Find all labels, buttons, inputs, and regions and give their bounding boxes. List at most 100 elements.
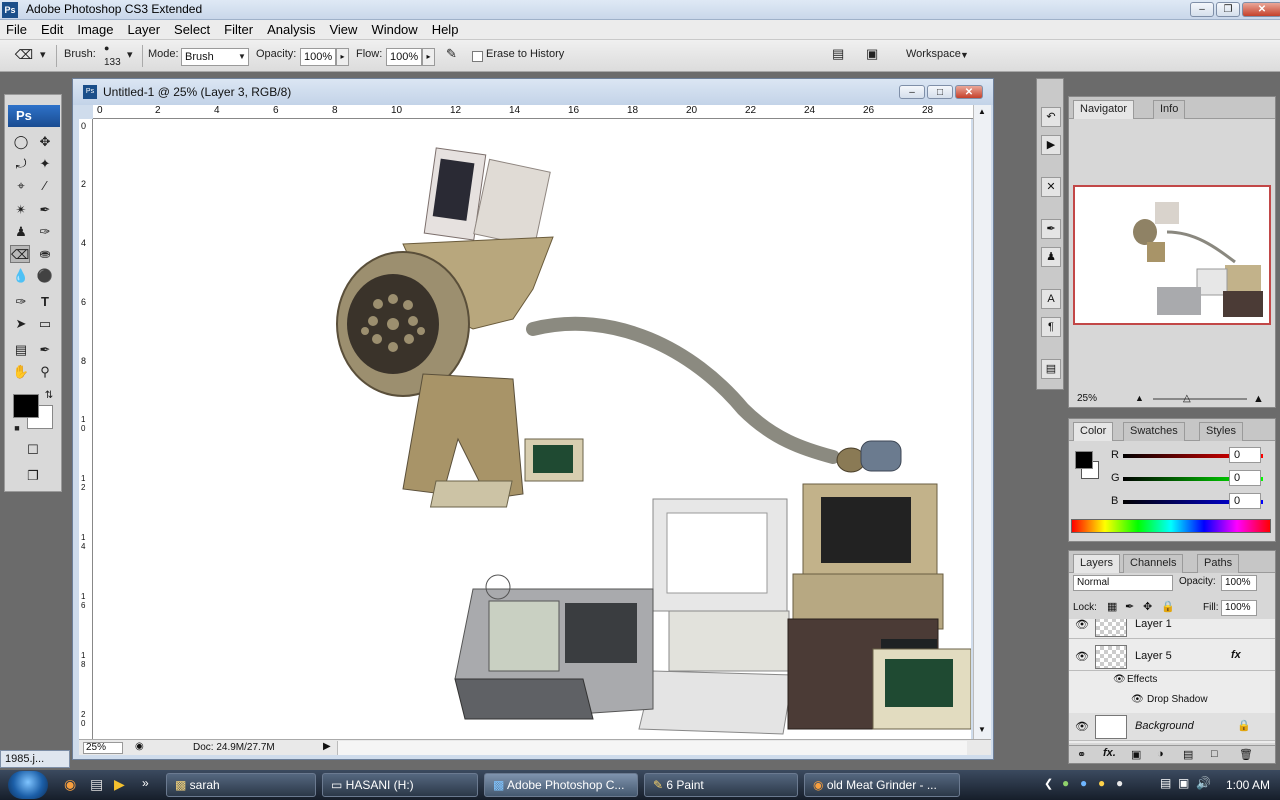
tool-presets-icon[interactable]: ✕	[1041, 177, 1061, 197]
navigator-zoom-slider[interactable]	[1153, 398, 1247, 400]
erase-to-history-checkbox[interactable]	[472, 51, 483, 62]
crop-tool-icon[interactable]: ⌖	[11, 177, 31, 195]
clone-stamp-icon[interactable]: ♟	[11, 223, 31, 241]
minimized-document[interactable]: 1985.j...	[0, 750, 70, 768]
firefox-quicklaunch-icon[interactable]: ◉	[64, 776, 76, 793]
eraser-preset-icon[interactable]: ⌫	[14, 46, 34, 64]
history-panel-icon[interactable]: ↶	[1041, 107, 1061, 127]
status-arrow-icon[interactable]: ▶	[323, 741, 331, 752]
opacity-input[interactable]: 100%	[300, 48, 336, 66]
preset-dropdown-icon[interactable]: ▾	[40, 48, 46, 61]
adjustment-layer-icon[interactable]: ◑	[1157, 748, 1164, 760]
layer-opacity-input[interactable]: 100%	[1221, 575, 1257, 591]
airbrush-icon[interactable]: ✎	[446, 46, 457, 62]
tab-info[interactable]: Info	[1153, 100, 1186, 119]
tab-styles[interactable]: Styles	[1199, 422, 1243, 441]
effects-row[interactable]: 👁 Effects	[1069, 671, 1275, 691]
close-button[interactable]: ✕	[1242, 2, 1280, 17]
eye-icon[interactable]: 👁	[1075, 650, 1089, 663]
menu-filter[interactable]: Filter	[224, 22, 253, 37]
screen-mode-icon[interactable]: ❐	[23, 467, 43, 485]
rectangle-tool-icon[interactable]: ▭	[35, 315, 55, 333]
hand-tool-icon[interactable]: ✋	[11, 363, 31, 381]
restore-button[interactable]: ❐	[1216, 2, 1240, 17]
task-photoshop[interactable]: ▩ Adobe Photoshop C...	[484, 773, 638, 797]
marquee-tool-icon[interactable]: ◯	[11, 133, 31, 151]
eraser-tool-icon[interactable]: ⌫	[10, 245, 30, 263]
menu-view[interactable]: View	[329, 22, 357, 37]
tab-swatches[interactable]: Swatches	[1123, 422, 1185, 441]
layer-style-icon[interactable]: fx.	[1103, 747, 1116, 759]
red-input[interactable]: 0	[1229, 447, 1261, 463]
palette-well-icon[interactable]: ▤	[832, 46, 844, 62]
lasso-tool-icon[interactable]: ⤾	[11, 155, 31, 173]
taskbar-clock[interactable]: 1:00 AM	[1226, 778, 1270, 792]
task-firefox[interactable]: ◉ old Meat Grinder - ...	[804, 773, 960, 797]
pen-tool-icon[interactable]: ✑	[11, 293, 31, 311]
brushes-panel-icon[interactable]: ✒	[1041, 219, 1061, 239]
eye-icon[interactable]: 👁	[1075, 720, 1089, 733]
opacity-slider-button[interactable]: ▸	[336, 48, 349, 66]
delete-layer-icon[interactable]: 🗑	[1239, 748, 1253, 761]
tray-safely-remove-icon[interactable]: ●	[1116, 776, 1123, 790]
magic-wand-icon[interactable]: ✦	[35, 155, 55, 173]
menu-select[interactable]: Select	[174, 22, 210, 37]
add-mask-icon[interactable]: ▣	[1131, 748, 1141, 761]
layer-row[interactable]: 👁 Layer 5 fx	[1069, 643, 1275, 671]
tab-layers[interactable]: Layers	[1073, 554, 1121, 573]
layer-row[interactable]: 👁 Background 🔒	[1069, 713, 1275, 741]
brush-tool-icon[interactable]: ✒	[35, 201, 55, 219]
color-spectrum[interactable]	[1071, 519, 1271, 533]
eye-icon[interactable]: 👁	[1075, 619, 1089, 631]
swap-colors-icon[interactable]: ⇅	[39, 387, 59, 405]
lock-pixels-icon[interactable]: ✒	[1125, 600, 1134, 613]
vertical-scrollbar[interactable]: ▲ ▼	[973, 105, 991, 739]
doc-close-button[interactable]: ✕	[955, 85, 983, 99]
actions-panel-icon[interactable]: ▶	[1041, 135, 1061, 155]
color-fg-swatch[interactable]	[1075, 451, 1093, 469]
slice-tool-icon[interactable]: ∕	[35, 177, 55, 195]
paint-bucket-icon[interactable]: ⛂	[35, 245, 55, 263]
menu-file[interactable]: File	[6, 22, 27, 37]
quicklaunch-more-icon[interactable]: »	[142, 776, 149, 790]
brush-dropdown-icon[interactable]: ▾	[127, 48, 133, 61]
link-layers-icon[interactable]: ⚭	[1077, 748, 1086, 761]
tray-app-icon[interactable]: ●	[1062, 776, 1069, 790]
blend-mode-select[interactable]: Normal	[1073, 575, 1173, 591]
menu-help[interactable]: Help	[432, 22, 459, 37]
tray-expand-icon[interactable]: ❮	[1044, 777, 1053, 790]
eye-icon[interactable]: 👁	[1131, 694, 1144, 705]
workspace-button[interactable]: Workspace	[906, 48, 961, 60]
zoom-input[interactable]: 25%	[83, 742, 123, 754]
media-quicklaunch-icon[interactable]: ▶	[114, 776, 125, 793]
new-layer-icon[interactable]: □	[1211, 748, 1218, 760]
tray-display-icon[interactable]: ▣	[1178, 776, 1189, 790]
dodge-tool-icon[interactable]: ⚫	[35, 267, 55, 285]
task-hasani[interactable]: ▭ HASANI (H:)	[322, 773, 478, 797]
status-menu-icon[interactable]: ◉	[135, 741, 144, 752]
tab-paths[interactable]: Paths	[1197, 554, 1240, 573]
menu-edit[interactable]: Edit	[41, 22, 63, 37]
clone-source-icon[interactable]: ♟	[1041, 247, 1061, 267]
lock-all-icon[interactable]: 🔒	[1161, 600, 1175, 613]
lock-position-icon[interactable]: ✥	[1143, 600, 1152, 613]
flow-slider-button[interactable]: ▸	[422, 48, 435, 66]
fill-input[interactable]: 100%	[1221, 600, 1257, 616]
bridge-icon[interactable]: ▣	[866, 46, 878, 62]
quick-mask-icon[interactable]: ☐	[23, 441, 43, 459]
zoom-tool-icon[interactable]: ⚲	[35, 363, 55, 381]
eyedropper-icon[interactable]: ✒	[35, 341, 55, 359]
volume-icon[interactable]: 🔊	[1196, 776, 1211, 790]
move-tool-icon[interactable]: ✥	[35, 133, 55, 151]
start-button[interactable]	[8, 771, 48, 799]
tab-channels[interactable]: Channels	[1123, 554, 1184, 573]
zoom-out-icon[interactable]: ▲	[1135, 393, 1144, 403]
green-input[interactable]: 0	[1229, 470, 1261, 486]
scroll-down-icon[interactable]: ▼	[978, 725, 986, 734]
doc-minimize-button[interactable]: –	[899, 85, 925, 99]
lock-transparency-icon[interactable]: ▦	[1107, 600, 1117, 613]
flow-input[interactable]: 100%	[386, 48, 422, 66]
tab-color[interactable]: Color	[1073, 422, 1114, 441]
tray-shield-icon[interactable]: ●	[1098, 776, 1105, 790]
horizontal-scrollbar[interactable]	[337, 741, 967, 755]
